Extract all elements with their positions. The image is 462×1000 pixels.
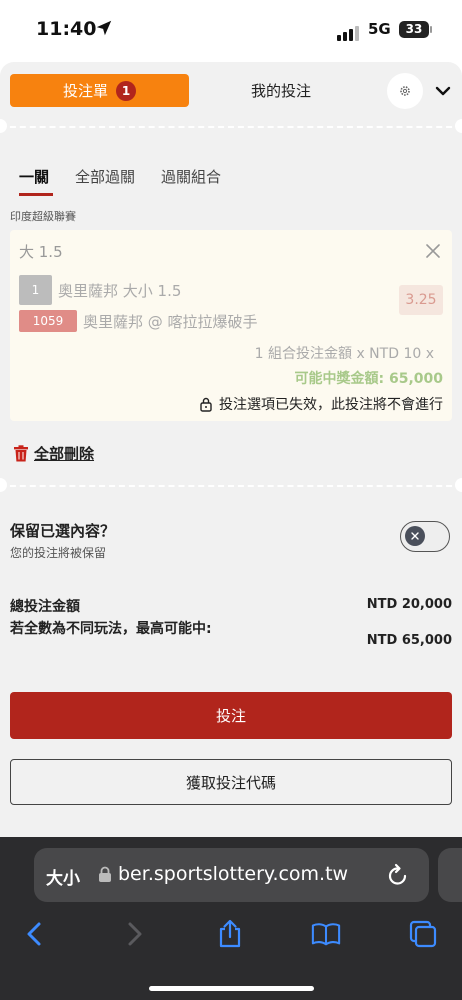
divider-notch-right [455, 119, 462, 133]
battery-icon: 33 [399, 21, 429, 38]
url-text: ber.sportslottery.com.tw [118, 863, 349, 885]
address-bar[interactable]: 大小 ber.sportslottery.com.tw [34, 848, 429, 902]
back-icon[interactable] [20, 919, 50, 949]
retain-title: 保留已選內容？ [10, 522, 116, 540]
potential-win: 可能中獎金額: 65,000 [294, 371, 444, 387]
network-label: 5G [368, 20, 391, 38]
match-text: 奧里薩邦 @ 喀拉拉爆破手 [83, 313, 258, 331]
text-size-button[interactable]: 大小 [46, 864, 80, 889]
divider-notch-right [455, 478, 462, 492]
settings-button[interactable] [387, 73, 423, 109]
max-win-label: 若全數為不同玩法，最高可能中: [10, 621, 212, 637]
delete-all-label: 全部刪除 [34, 445, 95, 463]
toggle-knob [405, 526, 425, 546]
chevron-down-icon[interactable] [432, 80, 454, 102]
retain-toggle[interactable] [400, 521, 450, 552]
league-name: 印度超級聯賽 [10, 210, 76, 223]
divider [0, 126, 462, 128]
tabs-icon[interactable] [408, 919, 438, 949]
betslip-sheet: 投注單 1 我的投注 一關 全部過關 過關組合 印度超級聯賽 大 1.5 1 奧… [0, 62, 462, 837]
total-stake-label: 總投注金額 [10, 599, 80, 615]
reload-icon[interactable] [387, 863, 409, 887]
selection-text: 奧里薩邦 大小 1.5 [58, 282, 182, 300]
status-time: 11:40 [36, 18, 97, 40]
share-icon[interactable] [215, 919, 245, 949]
total-stake-value: NTD 20,000 [366, 597, 452, 612]
invalid-notice: 投注選項已失效，此投注將不會進行 [199, 394, 443, 414]
bet-card: 大 1.5 1 奧里薩邦 大小 1.5 3.25 1059 奧里薩邦 @ 喀拉拉… [10, 230, 452, 421]
divider-notch-left [0, 478, 7, 492]
odds-value: 3.25 [399, 285, 443, 315]
tab-betslip[interactable]: 投注單 1 [10, 74, 189, 107]
forward-icon[interactable] [119, 919, 149, 949]
selection-badge: 1 [19, 275, 52, 305]
tab-my-bets[interactable]: 我的投注 [195, 74, 367, 107]
divider [0, 485, 462, 487]
signal-icon [337, 22, 361, 41]
close-icon [411, 532, 419, 540]
retain-subtitle: 您的投注將被保留 [10, 546, 107, 560]
tab-single[interactable]: 一關 [19, 166, 54, 196]
bookmarks-icon[interactable] [311, 919, 341, 949]
betslip-count-badge: 1 [116, 80, 136, 101]
tab-my-bets-label: 我的投注 [250, 82, 311, 100]
battery-tip [430, 26, 432, 33]
max-win-value: NTD 65,000 [366, 633, 452, 648]
next-tab-preview[interactable] [438, 848, 462, 902]
home-indicator [149, 986, 314, 991]
browser-toolbar: 大小 ber.sportslottery.com.tw [0, 837, 462, 1000]
delete-all-button[interactable]: 全部刪除 [13, 443, 94, 464]
lock-icon [99, 866, 111, 882]
tab-parlay-combo[interactable]: 過關組合 [161, 166, 221, 196]
bet-card-title: 大 1.5 [19, 243, 63, 261]
tab-all-parlay[interactable]: 全部過關 [75, 166, 135, 196]
tab-betslip-label: 投注單 [62, 82, 108, 100]
battery-level: 33 [405, 22, 423, 36]
match-id-badge: 1059 [19, 310, 77, 332]
get-bet-code-button[interactable]: 獲取投注代碼 [10, 759, 452, 805]
location-arrow-icon [96, 20, 112, 36]
stake-line: 1 組合投注金額 x NTD 10 x [254, 346, 434, 362]
settings-icon [400, 86, 410, 96]
trash-icon [14, 445, 28, 462]
bet-type-tabs: 一關 全部過關 過關組合 [19, 166, 221, 196]
status-bar: 11:40 5G 33 [0, 0, 462, 56]
invalid-notice-text: 投注選項已失效，此投注將不會進行 [219, 397, 443, 413]
place-bet-button[interactable]: 投注 [10, 692, 452, 739]
betslip-header: 投注單 1 我的投注 [0, 62, 462, 122]
close-icon[interactable] [424, 242, 442, 260]
lock-icon [200, 397, 212, 412]
